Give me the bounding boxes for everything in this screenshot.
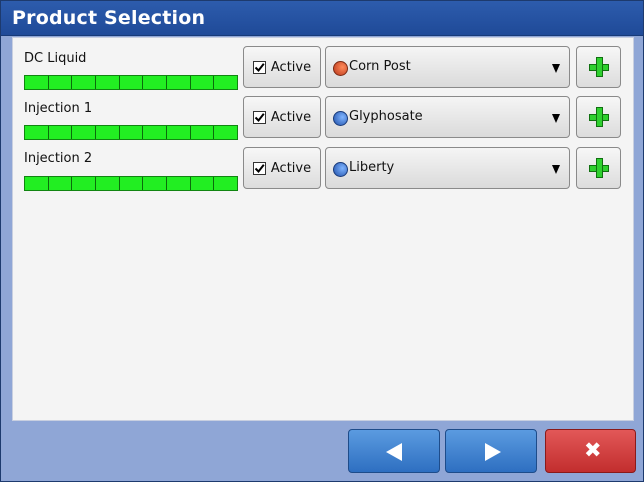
level-segment — [72, 126, 97, 139]
level-segment — [48, 126, 73, 139]
active-toggle-button[interactable]: Active — [243, 96, 321, 138]
level-segment — [214, 126, 238, 139]
product-dropdown[interactable]: Liberty — [325, 147, 570, 189]
active-toggle-button[interactable]: Active — [243, 46, 321, 88]
checkbox[interactable] — [252, 60, 266, 74]
level-segment — [25, 76, 49, 89]
arrow-left-icon — [386, 443, 402, 461]
row-label-dc-liquid: DC Liquid — [24, 51, 87, 66]
active-label: Active — [270, 109, 312, 125]
level-segment — [167, 76, 191, 89]
dropdown-arrow-icon — [552, 64, 560, 73]
checkmark-icon — [254, 112, 265, 122]
active-label: Active — [270, 160, 312, 176]
dropdown-arrow-icon — [552, 114, 560, 123]
next-button[interactable] — [445, 429, 537, 473]
product-dropdown[interactable]: Corn Post — [325, 46, 570, 88]
cancel-button[interactable]: ✖ — [545, 429, 636, 473]
checkbox[interactable] — [252, 110, 266, 124]
back-button[interactable] — [348, 429, 440, 473]
product-name: Corn Post — [349, 59, 411, 74]
level-segment — [72, 76, 97, 89]
product-name: Glyphosate — [349, 109, 423, 124]
row-label-injection-1: Injection 1 — [24, 101, 93, 116]
add-product-button[interactable] — [576, 96, 621, 138]
level-segment — [143, 126, 168, 139]
product-name: Liberty — [349, 160, 395, 175]
level-segment — [190, 177, 215, 190]
level-segment — [119, 76, 144, 89]
level-bar — [24, 75, 238, 90]
window-title: Product Selection — [12, 7, 206, 29]
glyphosate-icon — [333, 111, 348, 126]
product-panel: DC Liquid Active Corn Post Injection 1 A… — [12, 37, 634, 421]
level-segment — [214, 76, 238, 89]
level-segment — [48, 177, 73, 190]
level-segment — [96, 76, 120, 89]
add-product-button[interactable] — [576, 46, 621, 88]
level-segment — [167, 126, 191, 139]
level-segment — [96, 177, 120, 190]
add-product-button[interactable] — [576, 147, 621, 189]
active-toggle-button[interactable]: Active — [243, 147, 321, 189]
plus-icon — [589, 57, 609, 77]
level-bar — [24, 125, 238, 140]
level-segment — [143, 177, 168, 190]
level-segment — [119, 177, 144, 190]
level-segment — [48, 76, 73, 89]
level-segment — [190, 126, 215, 139]
title-bar: Product Selection — [1, 1, 643, 36]
checkbox[interactable] — [252, 161, 266, 175]
active-label: Active — [270, 59, 312, 75]
corn-post-icon — [333, 61, 348, 76]
level-segment — [25, 126, 49, 139]
plus-icon — [589, 107, 609, 127]
checkmark-icon — [254, 62, 265, 72]
level-segment — [167, 177, 191, 190]
checkmark-icon — [254, 163, 265, 173]
level-bar — [24, 176, 238, 191]
level-segment — [190, 76, 215, 89]
level-segment — [214, 177, 238, 190]
product-dropdown[interactable]: Glyphosate — [325, 96, 570, 138]
row-label-injection-2: Injection 2 — [24, 151, 93, 166]
level-segment — [119, 126, 144, 139]
close-icon: ✖ — [584, 438, 602, 462]
level-segment — [72, 177, 97, 190]
level-segment — [96, 126, 120, 139]
product-selection-window: Product Selection DC Liquid Active Corn … — [0, 0, 644, 482]
level-segment — [143, 76, 168, 89]
dropdown-arrow-icon — [552, 165, 560, 174]
plus-icon — [589, 158, 609, 178]
arrow-right-icon — [485, 443, 501, 461]
level-segment — [25, 177, 49, 190]
liberty-icon — [333, 162, 348, 177]
